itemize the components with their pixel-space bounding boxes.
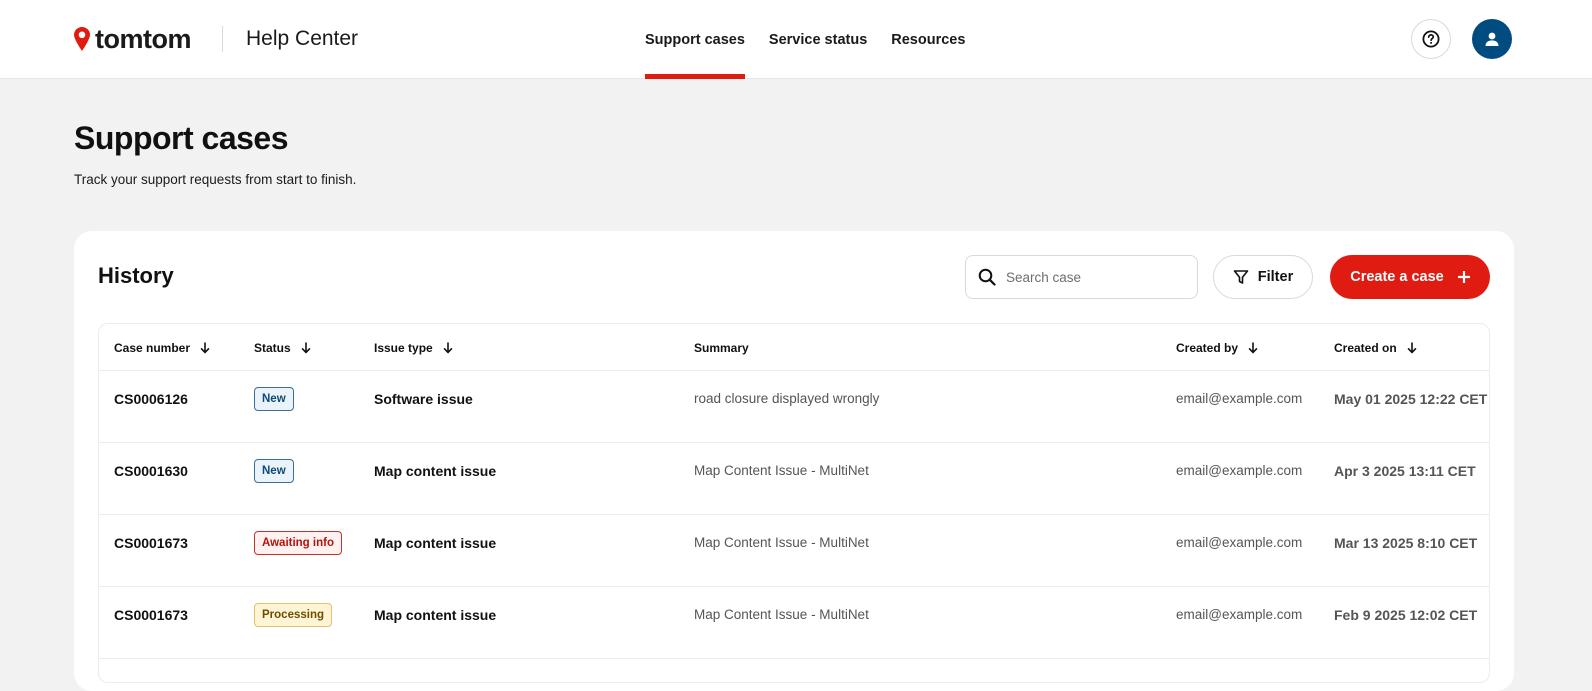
table-header: Case number Status Issue type Summary Cr… <box>99 324 1489 371</box>
summary: road closure displayed wrongly <box>694 391 880 406</box>
col-status-label: Status <box>254 341 291 355</box>
user-avatar-button[interactable] <box>1472 19 1512 59</box>
sort-arrow-down-icon <box>1248 342 1258 354</box>
status-cell: New <box>254 459 294 483</box>
table-row[interactable]: CS0006126 New Software issue road closur… <box>99 371 1489 443</box>
col-case-number-label: Case number <box>114 341 191 355</box>
status-cell: Processing <box>254 603 332 627</box>
created-by: email@example.com <box>1176 535 1303 550</box>
col-case-number[interactable]: Case number <box>114 341 210 355</box>
col-created-on-label: Created on <box>1334 341 1397 355</box>
col-created-by[interactable]: Created by <box>1176 341 1258 355</box>
issue-type: Map content issue <box>374 463 497 479</box>
create-case-label: Create a case <box>1350 269 1444 285</box>
table-row[interactable]: CS0001673 Processing Map content issue M… <box>99 587 1489 659</box>
help-button[interactable] <box>1411 19 1451 59</box>
logo-wordmark: tomtom <box>95 24 191 54</box>
summary: Map Content Issue - MultiNet <box>694 463 869 478</box>
search-box <box>965 255 1198 299</box>
summary: Map Content Issue - MultiNet <box>694 607 869 622</box>
created-on: Apr 3 2025 13:11 CET <box>1334 463 1476 479</box>
filter-button[interactable]: Filter <box>1213 255 1313 299</box>
issue-type: Map content issue <box>374 535 497 551</box>
col-issue-type[interactable]: Issue type <box>374 341 453 355</box>
issue-type: Software issue <box>374 391 473 407</box>
created-on: Feb 9 2025 12:02 CET <box>1334 607 1478 623</box>
top-navigation-bar: tomtom Help Center Support cases Service… <box>0 0 1592 79</box>
case-number[interactable]: CS0001673 <box>114 607 188 623</box>
sort-arrow-down-icon <box>443 342 453 354</box>
col-summary-label: Summary <box>694 341 749 355</box>
created-on: May 01 2025 12:22 CET <box>1334 391 1488 407</box>
case-number[interactable]: CS0001673 <box>114 535 188 551</box>
sort-arrow-down-icon <box>200 342 210 354</box>
created-on: Mar 13 2025 8:10 CET <box>1334 535 1478 551</box>
col-status[interactable]: Status <box>254 341 311 355</box>
cases-table: Case number Status Issue type Summary Cr… <box>98 323 1490 683</box>
col-summary: Summary <box>694 341 749 355</box>
col-created-by-label: Created by <box>1176 341 1239 355</box>
history-title: History <box>98 263 174 288</box>
sort-arrow-down-icon <box>1407 342 1416 354</box>
table-row[interactable]: CS0001630 New Map content issue Map Cont… <box>99 443 1489 515</box>
user-icon <box>1485 32 1499 46</box>
created-by: email@example.com <box>1176 391 1303 406</box>
app-title: Help Center <box>246 27 359 50</box>
search-icon <box>978 268 996 286</box>
search-input[interactable] <box>1006 269 1176 285</box>
filter-label: Filter <box>1257 269 1294 285</box>
nav-service-status[interactable]: Service status <box>769 0 867 79</box>
issue-type: Map content issue <box>374 607 497 623</box>
case-number[interactable]: CS0006126 <box>114 391 188 407</box>
history-card: History Filter Create a case Case number… <box>74 231 1514 691</box>
tomtom-logo[interactable]: tomtom <box>73 24 191 54</box>
summary: Map Content Issue - MultiNet <box>694 535 869 550</box>
page-subtitle: Track your support requests from start t… <box>74 172 357 187</box>
status-badge: New <box>254 459 294 483</box>
created-by: email@example.com <box>1176 607 1303 622</box>
filter-icon <box>1233 270 1249 284</box>
plus-icon <box>1457 271 1470 283</box>
status-cell: New <box>254 387 294 411</box>
question-circle-icon <box>1422 30 1440 48</box>
status-cell: Awaiting info <box>254 531 342 555</box>
header-divider <box>222 26 223 52</box>
status-badge: New <box>254 387 294 411</box>
col-created-on[interactable]: Created on <box>1334 341 1417 355</box>
created-by: email@example.com <box>1176 463 1303 478</box>
nav-resources[interactable]: Resources <box>891 0 965 79</box>
col-issue-type-label: Issue type <box>374 341 433 355</box>
sort-arrow-down-icon <box>301 342 310 354</box>
location-pin-icon <box>74 27 90 51</box>
status-badge: Processing <box>254 603 332 627</box>
case-number[interactable]: CS0001630 <box>114 463 188 479</box>
create-case-button[interactable]: Create a case <box>1330 255 1490 299</box>
nav-support-cases[interactable]: Support cases <box>645 0 745 79</box>
status-badge: Awaiting info <box>254 531 342 555</box>
table-row[interactable]: CS0001673 Awaiting info Map content issu… <box>99 515 1489 587</box>
main-nav: Support cases Service status Resources <box>645 0 965 79</box>
page-title: Support cases <box>74 120 289 156</box>
